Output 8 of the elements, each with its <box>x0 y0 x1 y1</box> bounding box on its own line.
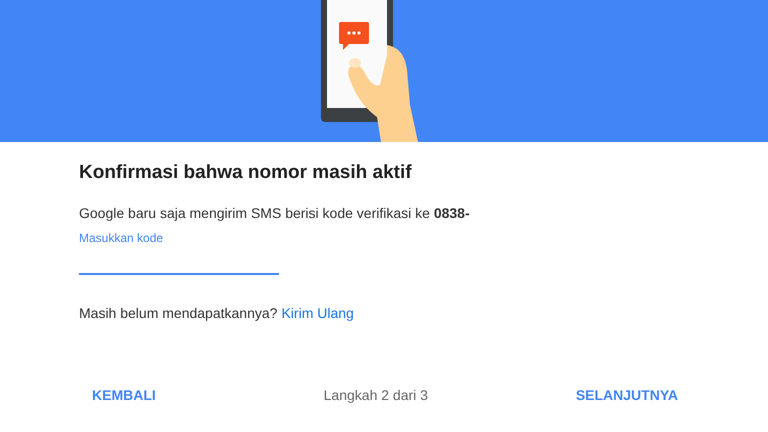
resend-prompt: Masih belum mendapatkannya? <box>79 305 278 321</box>
resend-link[interactable]: Kirim Ulang <box>281 305 354 321</box>
step-indicator: Langkah 2 dari 3 <box>324 387 428 403</box>
next-button[interactable]: SELANJUTNYA <box>564 381 690 409</box>
code-input-field[interactable]: Masukkan kode <box>79 231 279 275</box>
sms-sent-message: Google baru saja mengirim SMS berisi kode verifikasi ke 0838- <box>79 204 471 223</box>
page-title: Konfirmasi bahwa nomor masih aktif <box>79 161 413 185</box>
back-button[interactable]: KEMBALI <box>80 381 168 409</box>
